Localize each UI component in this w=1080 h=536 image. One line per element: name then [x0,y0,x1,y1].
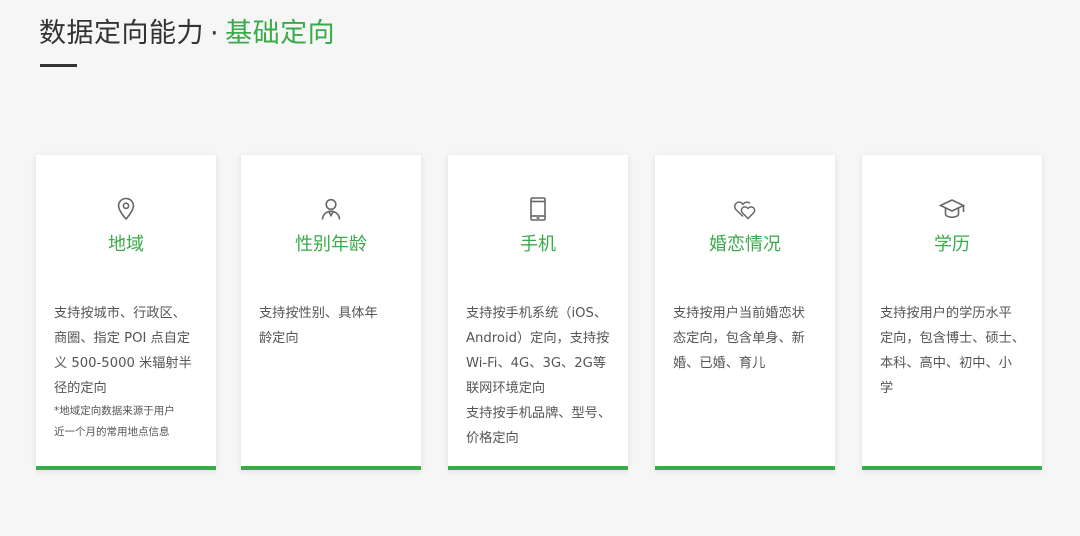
card-mobile: 手机 支持按手机系统（iOS、 Android）定向，支持按 Wi-Fi、4G、… [448,155,628,470]
card-title: 性别年龄 [295,234,367,255]
card-gender-age: 性别年龄 支持按性别、具体年 龄定向 [241,155,421,470]
card-title: 地域 [108,234,144,255]
description-line: 婚、已婚、育儿 [673,356,766,371]
description-line: 商圈、指定 POI 点自定 [54,331,191,346]
card-region: 地域 支持按城市、行政区、 商圈、指定 POI 点自定 义 500-5000 米… [36,155,216,470]
description-line: 支持按城市、行政区、 [54,306,186,321]
card-description: 支持按城市、行政区、 商圈、指定 POI 点自定 义 500-5000 米辐射半… [54,301,202,443]
description-line: 支持按手机系统（iOS、 [466,306,608,321]
page-title: 数据定向能力 · 基础定向 [39,14,335,54]
description-line: 龄定向 [259,331,299,346]
card-description: 支持按用户当前婚恋状 态定向，包含单身、新 婚、已婚、育儿 [673,301,821,376]
page-title-accent: 基础定向 [225,18,336,49]
card-description: 支持按手机系统（iOS、 Android）定向，支持按 Wi-Fi、4G、3G、… [466,301,614,451]
card-description: 支持按用户的学历水平 定向，包含博士、硕士、 本科、高中、初中、小 学 [880,301,1028,401]
page-title-main: 数据定向能力 [39,18,204,49]
mobile-phone-icon [525,196,551,222]
person-icon [318,196,344,222]
description-line: Wi-Fi、4G、3G、2G等 [466,356,607,371]
card-description: 支持按性别、具体年 龄定向 [259,301,407,351]
description-line: 支持按用户的学历水平 [880,306,1012,321]
description-line: 支持按性别、具体年 [259,306,378,321]
description-line: 支持按用户当前婚恋状 [673,306,805,321]
footnote-line: *地域定向数据来源于用户 [54,405,175,417]
graduation-cap-icon [939,196,965,222]
card-title: 手机 [520,234,556,255]
description-line: 态定向，包含单身、新 [673,331,805,346]
card-title: 婚恋情况 [709,234,781,255]
page-title-separator: · [210,18,220,49]
location-pin-icon [113,196,139,222]
description-line: 支持按手机品牌、型号、 [466,406,612,421]
description-line: 学 [880,381,894,396]
title-underline [40,64,77,67]
description-line: 定向，包含博士、硕士、 [880,331,1026,346]
description-line: 义 500-5000 米辐射半 [54,356,192,371]
description-line: 价格定向 [466,431,519,446]
description-line: Android）定向，支持按 [466,331,610,346]
double-heart-icon [732,196,758,222]
footnote-line: 近一个月的常用地点信息 [54,426,170,438]
description-line: 本科、高中、初中、小 [880,356,1012,371]
card-marital-status: 婚恋情况 支持按用户当前婚恋状 态定向，包含单身、新 婚、已婚、育儿 [655,155,835,470]
description-line: 径的定向 [54,381,107,396]
description-line: 联网环境定向 [466,381,546,396]
card-title: 学历 [934,234,970,255]
card-education: 学历 支持按用户的学历水平 定向，包含博士、硕士、 本科、高中、初中、小 学 [862,155,1042,470]
